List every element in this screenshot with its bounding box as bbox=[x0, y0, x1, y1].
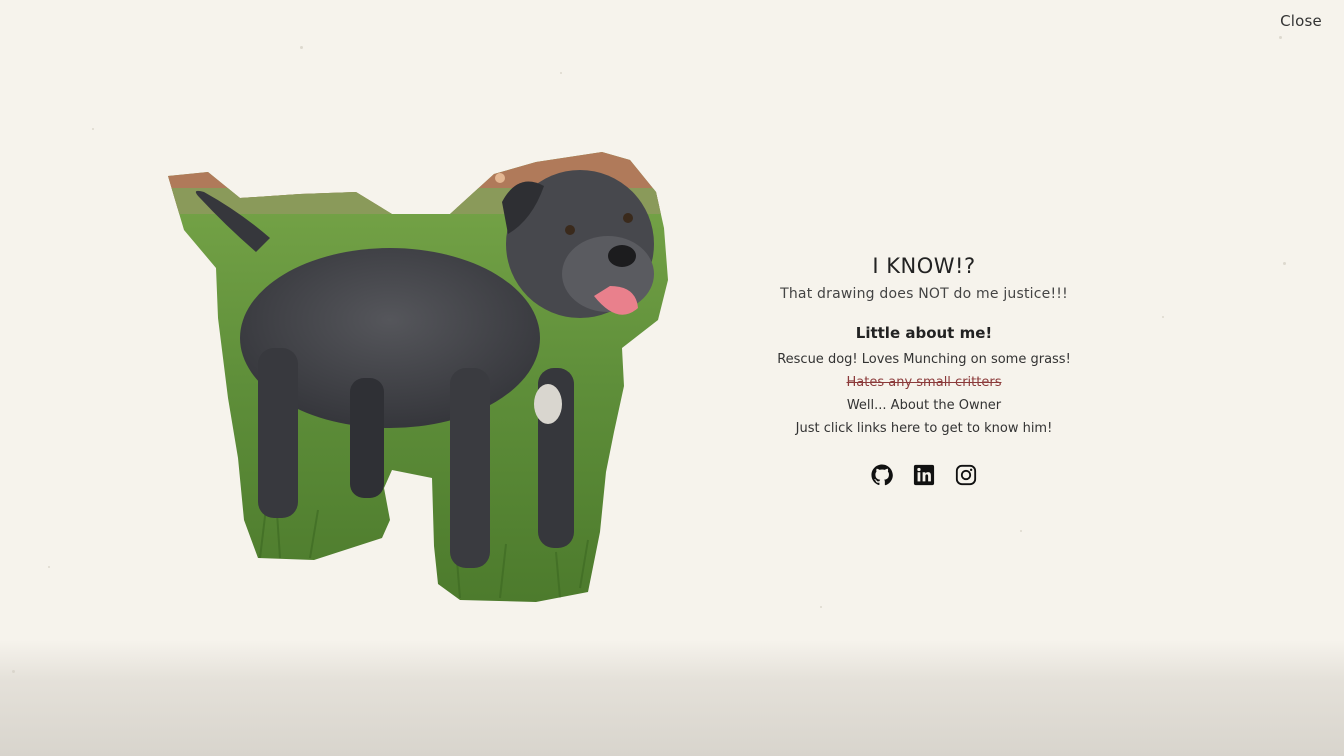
paper-speck bbox=[560, 72, 562, 74]
paper-speck bbox=[1020, 530, 1022, 532]
paper-speck bbox=[1279, 36, 1282, 39]
about-line: Well... About the Owner bbox=[846, 398, 1002, 413]
close-button[interactable]: Close bbox=[1280, 12, 1322, 30]
floor-shadow bbox=[0, 640, 1344, 756]
dog-photo bbox=[168, 152, 668, 602]
about-heading: Little about me! bbox=[855, 324, 993, 342]
social-links bbox=[764, 464, 1084, 486]
paper-speck bbox=[1283, 262, 1286, 265]
paper-speck bbox=[92, 128, 94, 130]
about-line: Rescue dog! Loves Munching on some grass… bbox=[777, 352, 1071, 367]
instagram-icon[interactable] bbox=[955, 464, 977, 486]
paper-speck bbox=[300, 46, 303, 49]
page-title: I KNOW!? bbox=[872, 254, 976, 278]
linkedin-icon[interactable] bbox=[913, 464, 935, 486]
info-panel: I KNOW!? That drawing does NOT do me jus… bbox=[764, 254, 1084, 486]
about-line: Just click links here to get to know him… bbox=[795, 421, 1053, 436]
github-icon[interactable] bbox=[871, 464, 893, 486]
paper-speck bbox=[48, 566, 50, 568]
paper-speck bbox=[820, 606, 822, 608]
paper-speck bbox=[1162, 316, 1164, 318]
page-subtitle: That drawing does NOT do me justice!!! bbox=[780, 286, 1068, 302]
about-line-strikethrough: Hates any small critters bbox=[846, 375, 1002, 390]
